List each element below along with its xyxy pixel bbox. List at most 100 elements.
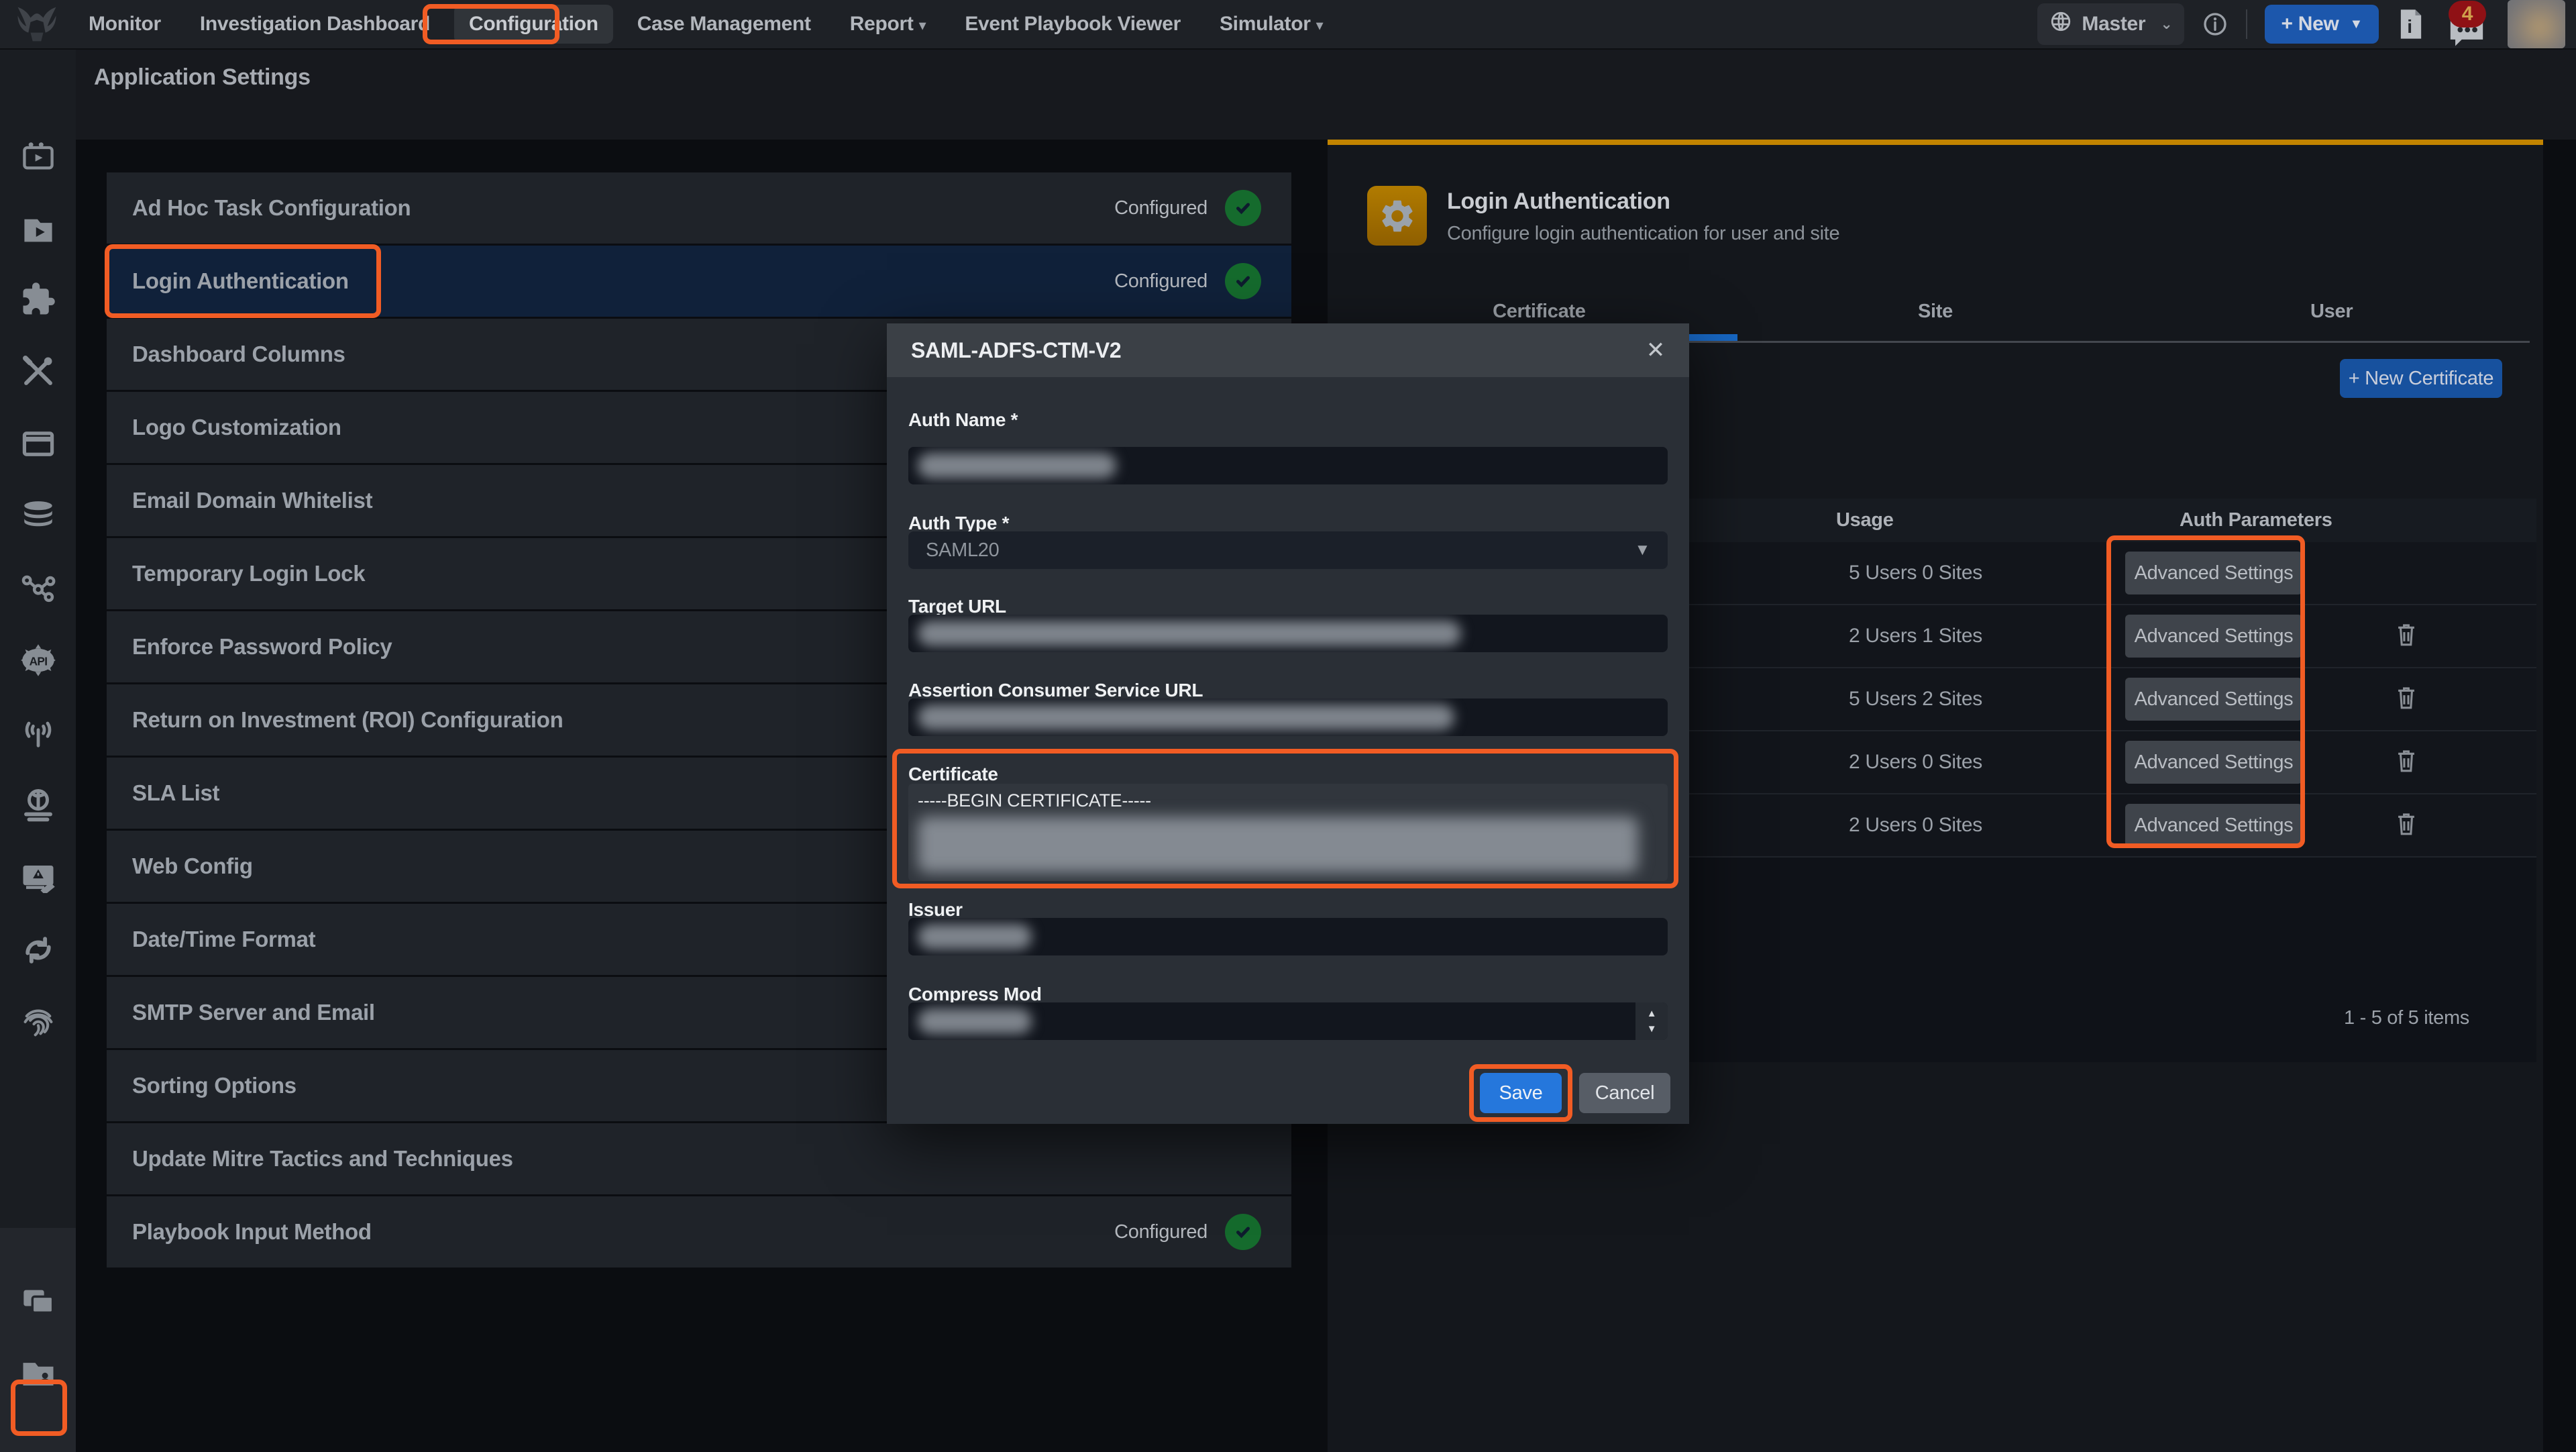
usage-cell: 5 Users 0 Sites — [1849, 562, 1982, 584]
save-button[interactable]: Save — [1480, 1073, 1562, 1113]
nav-report[interactable]: Report▾ — [835, 5, 941, 44]
nav-configuration[interactable]: Configuration — [454, 5, 613, 44]
top-bar: Monitor Investigation Dashboard Configur… — [0, 0, 2576, 50]
caret-down-icon: ▼ — [1635, 541, 1650, 560]
data-store-icon[interactable] — [20, 500, 56, 532]
case-folder-icon[interactable] — [20, 1359, 56, 1389]
column-auth-parameters: Auth Parameters — [2180, 509, 2332, 531]
configured-check-icon — [1225, 1214, 1261, 1250]
integrations-icon[interactable] — [20, 281, 56, 317]
globe-icon — [2049, 10, 2072, 38]
usage-cell: 5 Users 2 Sites — [1849, 688, 1982, 711]
new-button[interactable]: + New ▼ — [2265, 5, 2379, 44]
redacted-value — [918, 924, 1032, 949]
redacted-value — [918, 1008, 1032, 1034]
calendar-icon[interactable] — [21, 429, 56, 458]
fingerprint-icon[interactable] — [19, 1006, 57, 1039]
setting-label: Update Mitre Tactics and Techniques — [132, 1146, 513, 1172]
windows-icon[interactable] — [21, 1287, 56, 1316]
geo-icon[interactable] — [20, 788, 56, 823]
cancel-button[interactable]: Cancel — [1579, 1073, 1670, 1113]
target-url-input[interactable] — [908, 615, 1668, 652]
tenant-selector[interactable]: Master ⌄ — [2037, 3, 2184, 45]
modal-title: SAML-ADFS-CTM-V2 — [911, 338, 1121, 363]
certificate-textarea[interactable]: -----BEGIN CERTIFICATE----- — [908, 784, 1668, 881]
setting-label: Login Authentication — [132, 268, 349, 294]
delete-row-button[interactable] — [2395, 748, 2418, 777]
setting-item-ad-hoc-task[interactable]: Ad Hoc Task Configuration Configured — [107, 172, 1291, 244]
advanced-settings-button[interactable]: Advanced Settings — [2125, 552, 2302, 594]
app-root: Monitor Investigation Dashboard Configur… — [0, 0, 2576, 1452]
setting-label: Email Domain Whitelist — [132, 488, 372, 513]
nav-monitor[interactable]: Monitor — [74, 5, 176, 44]
nav-investigation-dashboard[interactable]: Investigation Dashboard — [185, 5, 445, 44]
pagination-info: 1 - 5 of 5 items — [2344, 1007, 2469, 1029]
nav-simulator[interactable]: Simulator▾ — [1205, 5, 1338, 44]
number-stepper[interactable]: ▲▼ — [1635, 1002, 1668, 1040]
close-icon[interactable]: ✕ — [1646, 337, 1665, 364]
chevron-down-icon: ⌄ — [2160, 15, 2172, 33]
compress-mod-input[interactable]: ▲▼ — [908, 1002, 1668, 1040]
stepper-down-icon[interactable]: ▼ — [1647, 1023, 1657, 1035]
stepper-up-icon[interactable]: ▲ — [1647, 1008, 1657, 1019]
usage-cell: 2 Users 0 Sites — [1849, 751, 1982, 774]
auth-name-label: Auth Name * — [908, 409, 1018, 431]
api-icon[interactable]: API — [19, 644, 57, 676]
tab-user[interactable]: User — [2133, 301, 2530, 340]
setting-label: Return on Investment (ROI) Configuration — [132, 707, 563, 733]
setting-label: Playbook Input Method — [132, 1219, 372, 1245]
sync-icon[interactable] — [20, 935, 56, 966]
issuer-input[interactable] — [908, 918, 1668, 955]
delete-row-button[interactable] — [2395, 622, 2418, 651]
panel-title: Login Authentication — [1447, 189, 1839, 215]
setting-label: Dashboard Columns — [132, 342, 345, 367]
nav-case-management[interactable]: Case Management — [623, 5, 826, 44]
auth-type-value: SAML20 — [926, 539, 999, 562]
top-bar-right: Master ⌄ + New ▼ i 4 — [2037, 0, 2576, 48]
configured-badge: Configured — [1114, 197, 1208, 219]
page-title: Application Settings — [94, 64, 311, 91]
advanced-settings-button[interactable]: Advanced Settings — [2125, 804, 2302, 847]
nav-event-playbook-viewer[interactable]: Event Playbook Viewer — [950, 5, 1195, 44]
saml-modal: SAML-ADFS-CTM-V2 ✕ Auth Name * Auth Type… — [887, 323, 1689, 1124]
advanced-settings-button[interactable]: Advanced Settings — [2125, 678, 2302, 721]
certificate-label: Certificate — [908, 764, 998, 785]
notification-badge: 4 — [2449, 1, 2486, 28]
modal-header: SAML-ADFS-CTM-V2 ✕ — [887, 323, 1689, 377]
setting-item-login-authentication[interactable]: Login Authentication Configured — [107, 246, 1291, 317]
incident-report-icon[interactable] — [20, 862, 56, 893]
advanced-settings-button[interactable]: Advanced Settings — [2125, 615, 2302, 658]
setting-label: Temporary Login Lock — [132, 561, 365, 586]
setting-item-update-mitre[interactable]: Update Mitre Tactics and Techniques — [107, 1123, 1291, 1194]
notifications-button[interactable]: 4 — [2443, 0, 2490, 49]
svg-text:i: i — [2407, 16, 2412, 37]
delete-row-button[interactable] — [2395, 685, 2418, 714]
playbook-viewer-icon[interactable] — [21, 215, 56, 246]
certificate-first-line: -----BEGIN CERTIFICATE----- — [918, 790, 1658, 811]
setting-item-playbook-input-method[interactable]: Playbook Input Method Configured — [107, 1196, 1291, 1267]
redacted-value — [918, 705, 1454, 730]
delete-row-button[interactable] — [2395, 811, 2418, 840]
user-avatar[interactable] — [2508, 0, 2565, 48]
caret-down-icon: ▾ — [1316, 17, 1324, 34]
auth-name-input[interactable] — [908, 447, 1668, 484]
release-notes-button[interactable]: i — [2396, 7, 2426, 42]
setting-label: SMTP Server and Email — [132, 1000, 375, 1025]
advanced-settings-button[interactable]: Advanced Settings — [2125, 741, 2302, 784]
setting-label: Web Config — [132, 853, 253, 879]
setting-label: Ad Hoc Task Configuration — [132, 195, 411, 221]
usage-cell: 2 Users 1 Sites — [1849, 625, 1982, 647]
panel-gear-icon — [1367, 186, 1427, 246]
info-button[interactable] — [2202, 11, 2229, 38]
caret-down-icon: ▼ — [2350, 17, 2363, 32]
new-certificate-button[interactable]: + New Certificate — [2340, 359, 2502, 398]
scheduled-playbooks-icon[interactable] — [21, 140, 56, 172]
acs-url-input[interactable] — [908, 698, 1668, 736]
tab-site[interactable]: Site — [1737, 301, 2134, 340]
connections-icon[interactable] — [20, 570, 56, 603]
broadcast-icon[interactable] — [19, 717, 57, 749]
redacted-value — [918, 621, 1461, 646]
configured-check-icon — [1225, 263, 1261, 299]
auth-type-select[interactable]: SAML20 ▼ — [908, 531, 1668, 569]
tools-icon[interactable] — [20, 353, 56, 389]
